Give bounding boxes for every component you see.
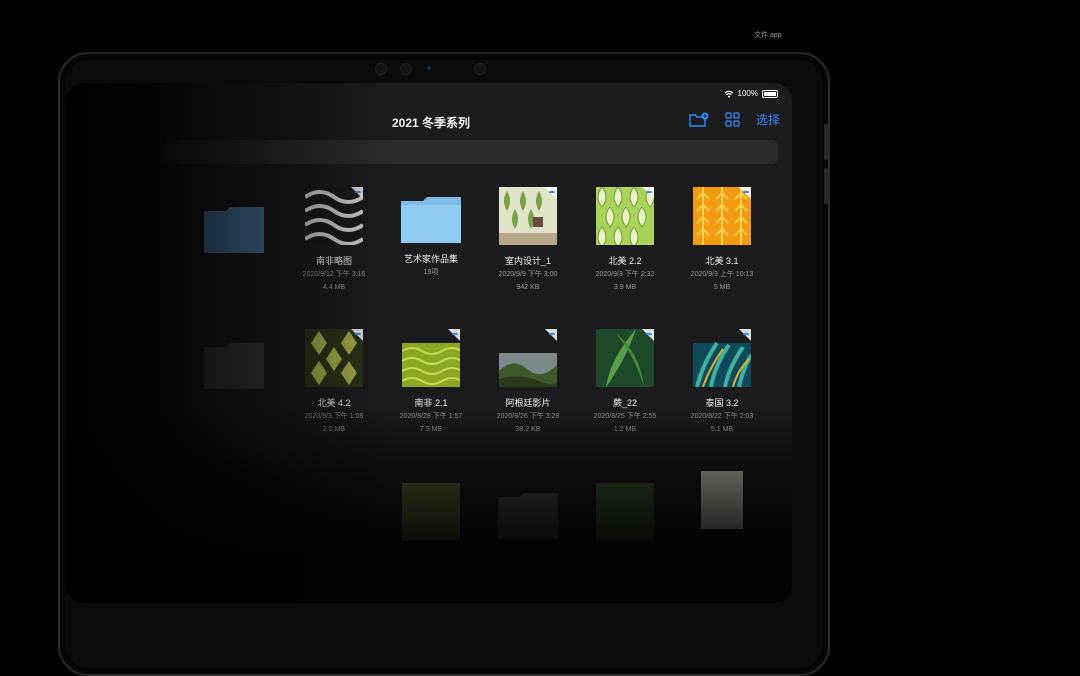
caption-label: 文件 app: [754, 32, 782, 39]
file-item[interactable]: 室内设计_1 2020/9/9 下午 3:00 942 KB: [480, 187, 576, 293]
file-date: 2020/8/22 下午 2:03: [690, 413, 754, 420]
folder-icon: [401, 197, 461, 243]
file-item[interactable]: 阿根廷影片 2020/8/26 下午 3:28 38.2 KB: [480, 329, 576, 435]
file-item[interactable]: 北美 2.2 2020/9/3 下午 2:32 3.9 MB: [577, 186, 673, 293]
file-item[interactable]: 泰国 3.2 2020/8/22 下午 2:03 5.1 MB: [674, 329, 770, 435]
file-thumbnail: [499, 329, 558, 387]
file-date: 2020/9/9 下午 3:00: [498, 271, 558, 278]
file-date: 2020/9/3 下午 2:32: [595, 271, 655, 278]
file-thumbnail: [596, 186, 655, 248]
file-size: 7.5 MB: [419, 426, 443, 433]
file-name: 南非 2.1: [414, 398, 448, 408]
ipad-screen: 100% 2021 冬季系列 选择 南非略图 2020/9/12 下午 3:16…: [66, 83, 792, 603]
battery-percent: 100%: [737, 89, 758, 98]
folder-name: 艺术家作品集: [403, 254, 458, 264]
file-size: 942 KB: [516, 284, 540, 291]
file-item[interactable]: 蕨_22 2020/8/25 下午 2:55 1.2 MB: [577, 329, 673, 435]
file-name: 泰国 3.2: [705, 398, 739, 408]
file-size: 1.2 MB: [613, 426, 637, 433]
new-folder-icon[interactable]: [689, 112, 709, 128]
nav-toolbar: 选择: [689, 111, 780, 128]
file-date: 2020/8/25 下午 2:55: [593, 413, 657, 420]
wifi-icon: [724, 90, 733, 98]
file-thumbnail: [693, 329, 753, 388]
ghost-item: [577, 483, 673, 541]
file-name: 北美 4.2: [317, 398, 351, 408]
folder-item[interactable]: 艺术家作品集 19项: [383, 187, 479, 278]
file-item[interactable]: 北美 3.1 2020/9/3 上午 10:13 5 MB: [674, 187, 770, 293]
file-size: 2.5 MB: [322, 426, 346, 433]
file-date: 2020/9/12 下午 3:16: [302, 271, 366, 278]
ghost-item: [674, 471, 770, 529]
file-size: 5.1 MB: [710, 426, 734, 433]
file-name: 南非略图: [315, 256, 352, 266]
file-date: 2020/8/28 下午 1:57: [399, 413, 463, 420]
search-bar[interactable]: [164, 140, 778, 164]
file-name: 阿根廷影片: [505, 398, 551, 408]
file-thumbnail: [303, 187, 365, 246]
sensor: [375, 63, 387, 75]
file-date: 2020/9/3 上午 10:13: [690, 271, 754, 278]
file-thumbnail: [596, 329, 654, 387]
file-thumbnail: [693, 187, 751, 245]
ghost-folder: [186, 333, 282, 394]
file-thumbnail: [401, 329, 463, 387]
file-size: 4.4 MB: [322, 284, 346, 291]
file-thumbnail: [499, 187, 557, 245]
status-bar: 100%: [724, 89, 778, 98]
file-item[interactable]: 北美 4.2 2020/9/3 下午 1:08 2.5 MB: [286, 329, 382, 435]
file-date: 2020/9/3 下午 1:08: [304, 413, 364, 420]
file-thumbnail: [305, 329, 363, 387]
ghost-folder: [186, 197, 282, 258]
file-name: 室内设计_1: [504, 256, 551, 266]
ghost-folder: [480, 483, 576, 544]
file-name: 北美 2.2: [608, 256, 642, 266]
battery-icon: [762, 89, 778, 98]
icloud-icon: [448, 329, 460, 341]
select-button[interactable]: 选择: [756, 111, 780, 128]
volume-button: [824, 168, 828, 204]
file-size: 3.9 MB: [613, 284, 637, 291]
file-size: 5 MB: [713, 284, 731, 291]
ghost-item: [383, 483, 479, 541]
icloud-icon: [739, 329, 751, 341]
grid-view-icon[interactable]: [725, 112, 740, 127]
file-size: 38.2 KB: [515, 426, 541, 433]
folder-count: 19项: [423, 269, 439, 276]
file-name: 北美 3.1: [705, 256, 739, 266]
file-item[interactable]: 南非 2.1 2020/8/28 下午 1:57 7.5 MB: [383, 329, 479, 435]
file-date: 2020/8/26 下午 3:28: [496, 413, 560, 420]
sensor: [400, 63, 412, 75]
file-item[interactable]: 南非略图 2020/9/12 下午 3:16 4.4 MB: [286, 187, 382, 293]
sensor: [474, 63, 486, 75]
page-title: 2021 冬季系列: [391, 116, 471, 130]
icloud-icon: [545, 329, 557, 341]
volume-button: [824, 124, 828, 160]
camera-lens: [427, 66, 431, 70]
file-name: 蕨_22: [612, 398, 638, 408]
